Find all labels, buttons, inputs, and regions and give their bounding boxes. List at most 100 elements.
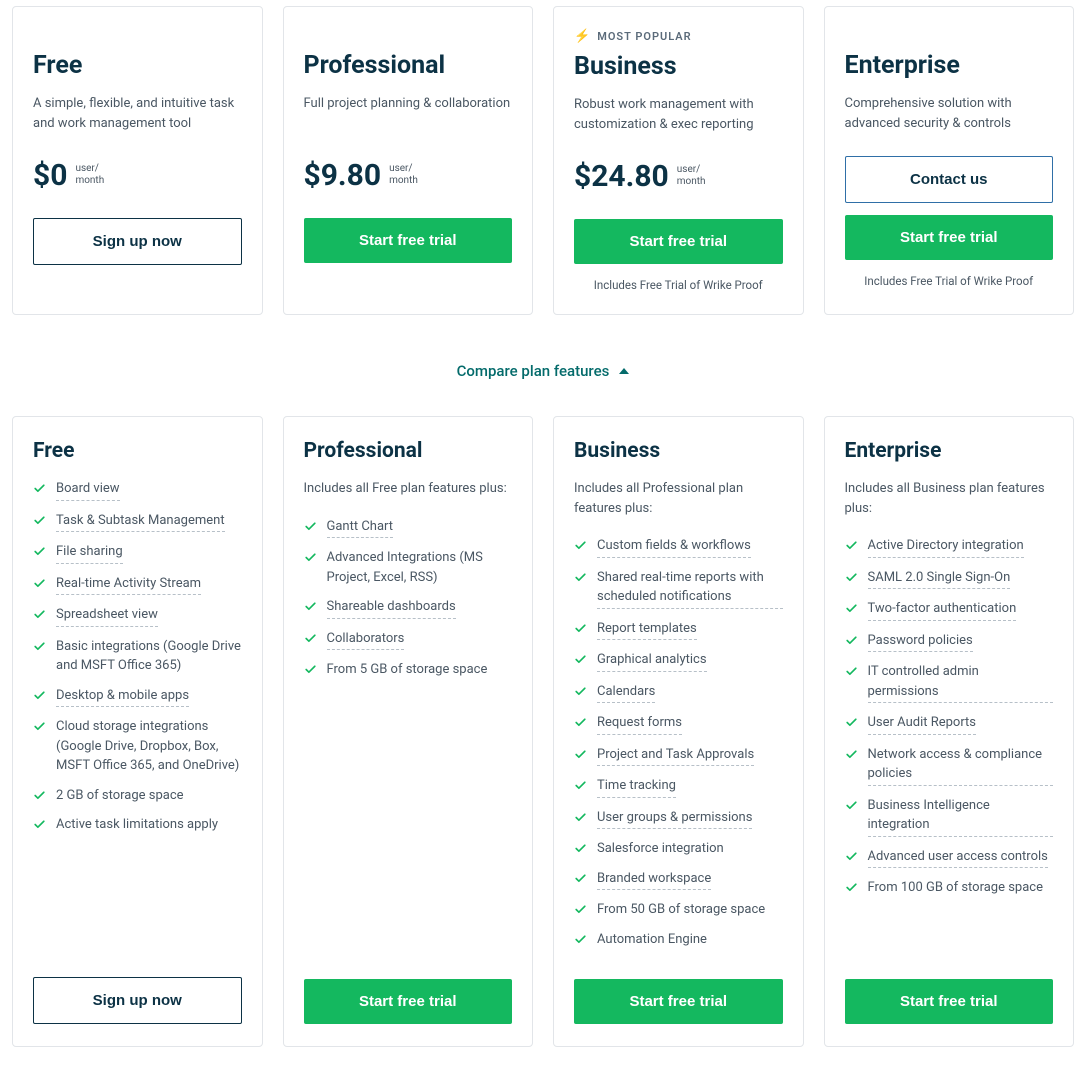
feature-item: User Audit Reports xyxy=(845,713,1054,735)
feature-item: File sharing xyxy=(33,542,242,564)
sign-up-button[interactable]: Sign up now xyxy=(33,977,242,1024)
feature-item: Cloud storage integrations (Google Drive… xyxy=(33,717,242,776)
feature-item: Password policies xyxy=(845,631,1054,653)
feature-item: Network access & compliance policies xyxy=(845,745,1054,786)
plan-description: Comprehensive solution with advanced sec… xyxy=(845,94,1054,136)
price-line: $0user/month xyxy=(33,156,242,194)
feature-text: From 5 GB of storage space xyxy=(327,660,488,680)
feature-card-title: Professional xyxy=(304,439,513,463)
features-row: Free Board view Task & Subtask Management F… xyxy=(12,416,1074,1047)
contact-us-button[interactable]: Contact us xyxy=(845,156,1054,203)
start-free-trial-button[interactable]: Start free trial xyxy=(845,979,1054,1024)
feature-text: Graphical analytics xyxy=(597,650,707,672)
spacer xyxy=(33,29,242,51)
feature-item: Advanced user access controls xyxy=(845,847,1054,869)
price-line: $24.80user/month xyxy=(574,157,783,195)
includes-note: Includes all Business plan features plus… xyxy=(845,479,1054,518)
compare-section: Compare plan features xyxy=(12,361,1074,380)
feature-card-title: Free xyxy=(33,439,242,463)
compare-plan-features-toggle[interactable]: Compare plan features xyxy=(457,362,630,380)
check-icon xyxy=(574,685,587,698)
feature-text: Calendars xyxy=(597,682,655,704)
feature-text: Shared real-time reports with scheduled … xyxy=(597,568,783,609)
most-popular-label: MOST POPULAR xyxy=(597,30,691,43)
feature-item: 2 GB of storage space xyxy=(33,786,242,806)
check-icon xyxy=(304,632,317,645)
check-icon xyxy=(845,850,858,863)
feature-list: Custom fields & workflowsShared real-tim… xyxy=(574,536,783,959)
trial-note: Includes Free Trial of Wrike Proof xyxy=(845,274,1054,288)
check-icon xyxy=(845,881,858,894)
feature-item: From 5 GB of storage space xyxy=(304,660,513,680)
feature-card-title: Enterprise xyxy=(845,439,1054,463)
feature-item: Task & Subtask Management xyxy=(33,511,242,533)
feature-text: Shareable dashboards xyxy=(327,597,456,619)
start-free-trial-button[interactable]: Start free trial xyxy=(304,979,513,1024)
feature-list: Gantt Chart Advanced Integrations (MS Pro… xyxy=(304,517,513,960)
check-icon xyxy=(845,799,858,812)
feature-text: Network access & compliance policies xyxy=(868,745,1054,786)
feature-item: Gantt Chart xyxy=(304,517,513,539)
plan-description: A simple, flexible, and intuitive task a… xyxy=(33,94,242,136)
feature-item: Real-time Activity Stream xyxy=(33,574,242,596)
plan-description: Robust work management with customizatio… xyxy=(574,95,783,137)
compare-label: Compare plan features xyxy=(457,362,610,380)
start-free-trial-button[interactable]: Start free trial xyxy=(845,215,1054,260)
feature-item: SAML 2.0 Single Sign-On xyxy=(845,568,1054,590)
feature-item: IT controlled admin permissions xyxy=(845,662,1054,703)
feature-item: Graphical analytics xyxy=(574,650,783,672)
feature-item: Request forms xyxy=(574,713,783,735)
feature-text: Advanced Integrations (MS Project, Excel… xyxy=(327,548,513,587)
check-icon xyxy=(574,653,587,666)
feature-item: Time tracking xyxy=(574,776,783,798)
feature-item: Branded workspace xyxy=(574,869,783,891)
pricing-card-professional: ProfessionalFull project planning & coll… xyxy=(283,6,534,315)
feature-item: Desktop & mobile apps xyxy=(33,686,242,708)
check-icon xyxy=(574,933,587,946)
check-icon xyxy=(574,842,587,855)
price-unit: user/month xyxy=(677,164,706,188)
pricing-card-enterprise: Enterprise Comprehensive solution with ad… xyxy=(824,6,1075,315)
feature-item: Basic integrations (Google Drive and MSF… xyxy=(33,637,242,676)
plan-title: Enterprise xyxy=(845,51,1054,80)
feature-text: Project and Task Approvals xyxy=(597,745,754,767)
feature-card-free: Free Board view Task & Subtask Management F… xyxy=(12,416,263,1047)
check-icon xyxy=(33,608,46,621)
includes-note: Includes all Professional plan features … xyxy=(574,479,783,518)
check-icon xyxy=(304,520,317,533)
feature-text: Automation Engine xyxy=(597,930,707,950)
check-icon xyxy=(574,779,587,792)
sign-up-button[interactable]: Sign up now xyxy=(33,218,242,265)
feature-item: Shareable dashboards xyxy=(304,597,513,619)
check-icon xyxy=(574,748,587,761)
feature-text: Basic integrations (Google Drive and MSF… xyxy=(56,637,242,676)
feature-item: Active task limitations apply xyxy=(33,815,242,835)
feature-item: From 50 GB of storage space xyxy=(574,900,783,920)
feature-text: Desktop & mobile apps xyxy=(56,686,189,708)
spacer xyxy=(304,29,513,51)
feature-item: Shared real-time reports with scheduled … xyxy=(574,568,783,609)
includes-note: Includes all Free plan features plus: xyxy=(304,479,513,499)
feature-item: Collaborators xyxy=(304,629,513,651)
check-icon xyxy=(304,551,317,564)
start-free-trial-button[interactable]: Start free trial xyxy=(304,218,513,263)
feature-text: Salesforce integration xyxy=(597,839,724,859)
feature-text: Active Directory integration xyxy=(868,536,1024,558)
feature-text: Board view xyxy=(56,479,120,501)
feature-text: From 100 GB of storage space xyxy=(868,878,1044,898)
check-icon xyxy=(574,903,587,916)
feature-text: Report templates xyxy=(597,619,697,641)
check-icon xyxy=(33,482,46,495)
check-icon xyxy=(574,539,587,552)
pricing-card-business: ⚡MOST POPULARBusinessRobust work managem… xyxy=(553,6,804,315)
feature-item: Spreadsheet view xyxy=(33,605,242,627)
start-free-trial-button[interactable]: Start free trial xyxy=(574,979,783,1024)
check-icon xyxy=(574,571,587,584)
check-icon xyxy=(33,720,46,733)
feature-item: Project and Task Approvals xyxy=(574,745,783,767)
feature-card-professional: Professional Includes all Free plan featu… xyxy=(283,416,534,1047)
check-icon xyxy=(574,872,587,885)
feature-text: Active task limitations apply xyxy=(56,815,218,835)
start-free-trial-button[interactable]: Start free trial xyxy=(574,219,783,264)
feature-text: Password policies xyxy=(868,631,973,653)
